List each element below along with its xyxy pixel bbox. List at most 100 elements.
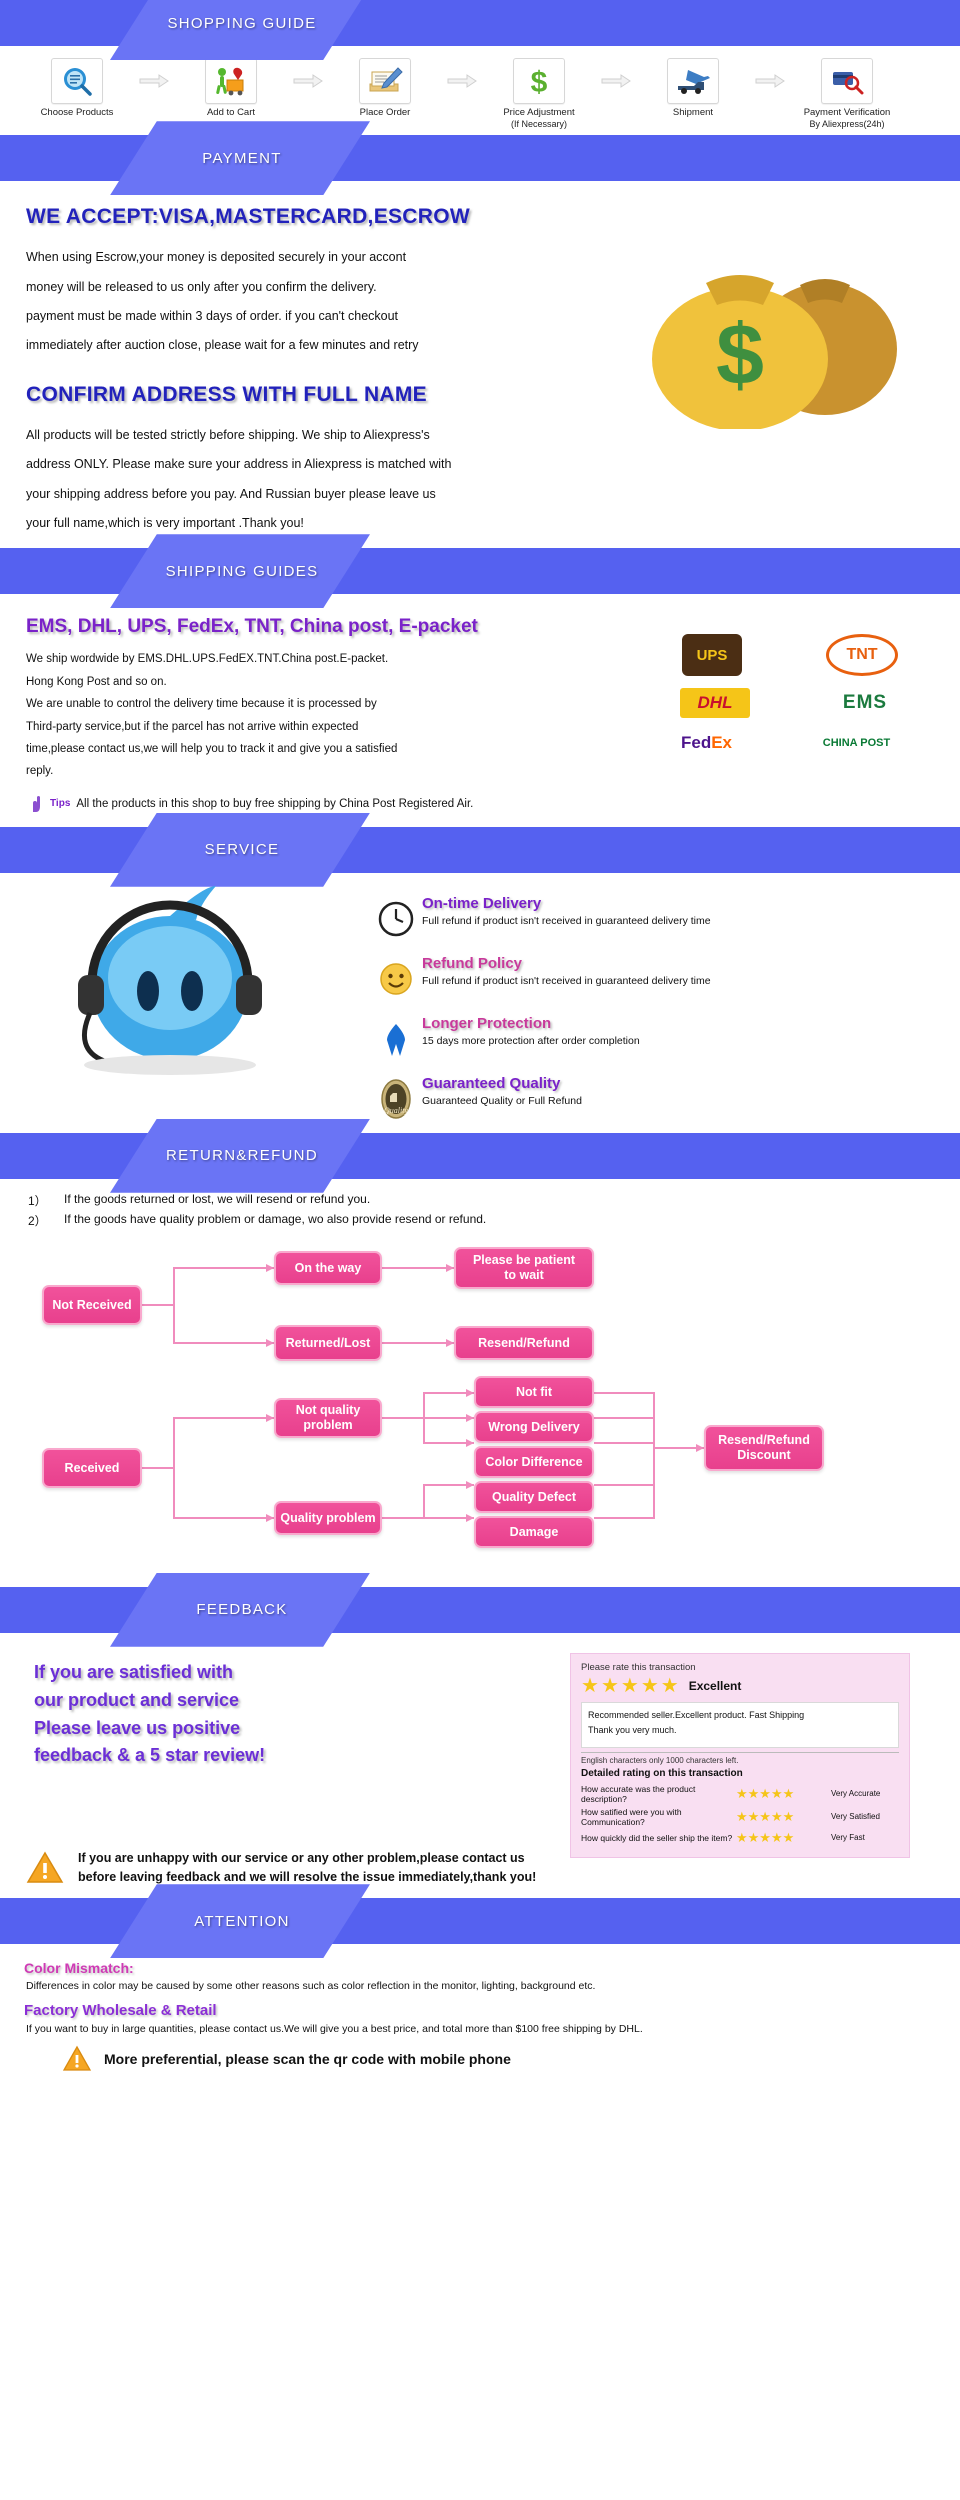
feedback-rating-panel: Please rate this transaction ★ ★ ★ ★ ★ E…	[570, 1652, 910, 1858]
shipping-line: Third-party service,but if the parcel ha…	[26, 720, 359, 733]
step-label-sub: (If Necessary)	[510, 118, 567, 129]
comment-textarea[interactable]: Recommended seller.Excellent product. Fa…	[581, 1701, 899, 1748]
china-post-logo: CHINA POST	[822, 737, 891, 750]
tnt-logo: TNT	[826, 634, 898, 677]
shipping-line: reply.	[26, 765, 54, 778]
rate-prompt: Please rate this transaction	[581, 1661, 696, 1673]
payment-section: $ WE ACCEPT:VISA,MASTERCARD,ESCROW When …	[0, 181, 960, 548]
payment-line: immediately after auction close, please …	[26, 338, 419, 353]
list-number: 2）	[28, 1213, 47, 1228]
star-icon[interactable]: ★	[641, 1676, 659, 1696]
return-line-1: 1） If the goods returned or lost, we wil…	[28, 1192, 936, 1209]
service-item-guaranteed-quality: Quality Guaranteed Quality Guaranteed Qu…	[370, 1073, 960, 1125]
rating-value: Very Fast	[831, 1833, 865, 1843]
service-sub: Full refund if product isn't received in…	[422, 914, 711, 927]
banner-attention: ATTENTION	[0, 1884, 960, 1959]
flow-node-not-received: Not Received	[42, 1284, 142, 1325]
attention-heading-wholesale: Factory Wholesale & Retail	[24, 2002, 217, 2020]
tips-text: All the products in this shop to buy fre…	[76, 797, 474, 810]
star-icon[interactable]: ★	[621, 1676, 639, 1696]
rating-row: How quickly did the seller ship the item…	[581, 1830, 899, 1846]
rating-row: How accurate was the product description…	[581, 1784, 899, 1804]
feedback-message-line: feedback & a 5 star review!	[34, 1745, 266, 1766]
banner-service: SERVICE	[0, 812, 960, 887]
flow-node-quality-problem: Quality problem	[274, 1500, 382, 1535]
payment-line: All products will be tested strictly bef…	[26, 427, 430, 442]
step-label: Shipment	[672, 107, 714, 118]
fedex-logo: Fed Ex	[680, 733, 733, 753]
flow-node-damage: Damage	[474, 1515, 594, 1548]
attention-paragraph-2: If you want to buy in large quantities, …	[26, 2023, 643, 2036]
character-counter: English characters only 1000 characters …	[581, 1751, 899, 1765]
banner-label: PAYMENT	[202, 149, 282, 167]
step-label: Payment Verification By Aliexpress(24h)	[788, 107, 906, 129]
service-item-longer-protection: Longer Protection 15 days more protectio…	[370, 1013, 960, 1065]
step-place-order: Place Order	[326, 58, 444, 119]
flow-node-not-quality-problem: Not quality problem	[274, 1397, 382, 1438]
pen-envelope-icon	[359, 58, 411, 104]
shipping-line: time,please contact us,we will help you …	[26, 742, 398, 755]
arrow-icon	[598, 58, 634, 104]
step-payment-verification: Payment Verification By Aliexpress(24h)	[788, 58, 906, 129]
banner-payment: PAYMENT	[0, 121, 960, 196]
tips-row: Tips All the products in this shop to bu…	[28, 795, 938, 813]
rating-label: Excellent	[688, 1678, 742, 1693]
overall-star-rating[interactable]: ★ ★ ★ ★ ★ Excellent	[581, 1676, 899, 1696]
ups-logo: UPS	[682, 634, 742, 677]
quality-seal-icon: Quality	[370, 1073, 422, 1125]
ems-logo: EMS	[842, 692, 888, 714]
flow-node-not-fit: Not fit	[474, 1375, 594, 1408]
comment-line: Thank you very much.	[588, 1725, 677, 1736]
attention-section: Color Mismatch: Differences in color may…	[0, 1944, 960, 2078]
feedback-message-line: our product and service	[34, 1689, 240, 1710]
step-label-sub: By Aliexpress(24h)	[809, 118, 885, 129]
svg-text:Quality: Quality	[384, 1106, 408, 1115]
detailed-rating-title: Detailed rating on this transaction	[581, 1767, 743, 1779]
step-label: Price Adjustment (If Necessary)	[480, 107, 598, 129]
step-label: Choose Products	[40, 107, 114, 118]
flow-node-resend-refund: Resend/Refund	[454, 1325, 594, 1360]
banner-label: SERVICE	[204, 841, 280, 859]
return-line-2: 2） If the goods have quality problem or …	[28, 1212, 936, 1229]
shipping-line: We ship wordwide by EMS.DHL.UPS.FedEX.TN…	[26, 653, 389, 666]
step-price-adjustment: $ Price Adjustment (If Necessary)	[480, 58, 598, 129]
payment-line: payment must be made within 3 days of or…	[26, 309, 399, 324]
comment-line: Recommended seller.Excellent product. Fa…	[588, 1709, 805, 1720]
banner-label: SHOPPING GUIDE	[167, 14, 317, 32]
flow-node-quality-defect: Quality Defect	[474, 1480, 594, 1513]
service-list: On-time Delivery Full refund if product …	[370, 879, 960, 1125]
airplane-truck-icon	[667, 58, 719, 104]
clock-icon	[370, 893, 422, 945]
rating-question: How accurate was the product description…	[581, 1783, 696, 1804]
magnifier-document-icon	[51, 58, 103, 104]
product-description-page: SHOPPING GUIDE Choose Products Add to Ca…	[0, 0, 960, 2500]
payment-line: your shipping address before you pay. An…	[26, 486, 436, 501]
attention-heading-color-mismatch: Color Mismatch:	[24, 1960, 134, 1977]
star-icon[interactable]: ★	[581, 1676, 599, 1696]
courier-row: Fed Ex CHINA POST	[640, 730, 940, 756]
star-icon[interactable]: ★	[601, 1676, 619, 1696]
courier-row: DHL EMS	[640, 688, 940, 719]
rating-stars[interactable]: ★★★★★	[736, 1830, 831, 1846]
star-icon[interactable]: ★	[661, 1676, 679, 1696]
attention-final-row: More preferential, please scan the qr co…	[62, 2045, 938, 2072]
rating-value: Very Satisfied	[831, 1812, 880, 1822]
list-number: 1）	[28, 1193, 47, 1208]
flow-node-returned-lost: Returned/Lost	[274, 1324, 382, 1361]
service-item-refund-policy: Refund Policy Full refund if product isn…	[370, 953, 960, 1005]
banner-shipping: SHIPPING GUIDES	[0, 534, 960, 609]
dollar-sign-icon: $	[513, 58, 565, 104]
feedback-section: If you are satisfied with our product an…	[0, 1633, 960, 1858]
banner-label: SHIPPING GUIDES	[165, 562, 319, 580]
dhl-logo: DHL	[680, 688, 750, 719]
rating-stars[interactable]: ★★★★★	[736, 1809, 831, 1825]
shipping-line: We are unable to control the delivery ti…	[26, 698, 377, 711]
attention-paragraph-1: Differences in color may be caused by so…	[26, 1980, 596, 1993]
service-title: Longer Protection	[422, 1014, 552, 1032]
service-section: On-time Delivery Full refund if product …	[0, 873, 960, 1125]
return-refund-flowchart: Not Received On the way Returned/Lost Pl…	[24, 1233, 936, 1583]
tips-badge: Tips	[50, 798, 71, 810]
rating-stars[interactable]: ★★★★★	[736, 1786, 831, 1802]
warning-text: If you are unhappy with our service or a…	[78, 1850, 537, 1884]
banner-shopping-guide: SHOPPING GUIDE	[0, 0, 960, 60]
